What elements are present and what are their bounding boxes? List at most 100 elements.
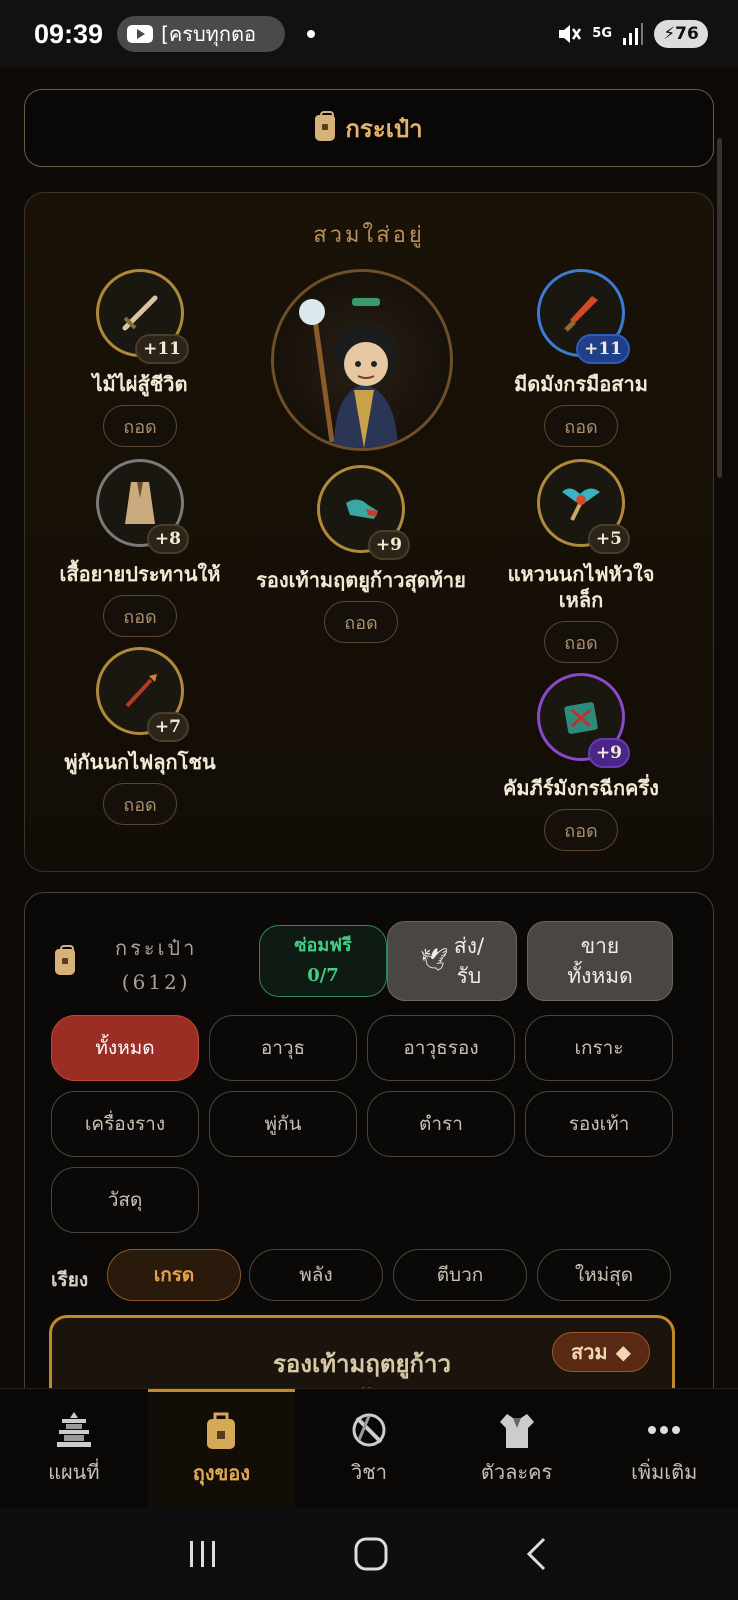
nav-character[interactable]: ตัวละคร: [443, 1389, 591, 1508]
notification-text: [ครบทุกตอ: [161, 22, 256, 46]
bag-icon: [207, 1412, 236, 1449]
brush-icon: [125, 674, 157, 708]
bag-count: (612): [121, 970, 191, 994]
repair-count: 0/7: [307, 965, 339, 986]
filter-weapon[interactable]: อาวุธ: [209, 1015, 357, 1081]
filter-armor[interactable]: เกราะ: [525, 1015, 673, 1081]
free-repair-button[interactable]: ซ่อมฟรี 0/7: [259, 925, 387, 997]
item-name: รองเท้ามฤตยูก้าวสุดท้าย: [256, 568, 466, 592]
notification-dot: [307, 30, 316, 38]
main-content[interactable]: กระเป๋า สวมใส่อยู่ +11 ไม้ไผ่สู้ชีวิต ถอ…: [0, 68, 738, 1388]
filter-brush[interactable]: พู่กัน: [209, 1091, 357, 1157]
more-icon: [648, 1425, 681, 1434]
mute-icon: [559, 25, 582, 43]
nav-skills[interactable]: วิชา: [295, 1389, 443, 1508]
equip-slot-ring[interactable]: +5 แหวนนกไฟหัวใจเหล็ก ถอด: [461, 459, 701, 663]
wear-button[interactable]: สวม ◆: [551, 1332, 650, 1372]
remove-button[interactable]: ถอด: [103, 783, 177, 825]
sort-power[interactable]: พลัง: [249, 1249, 383, 1301]
remove-button[interactable]: ถอด: [103, 405, 177, 447]
page-title: กระเป๋า: [345, 113, 423, 143]
filter-secondary-weapon[interactable]: อาวุธรอง: [367, 1015, 515, 1081]
equip-slot-dagger[interactable]: +11 มีดมังกรมือสาม ถอด: [461, 269, 701, 447]
slot-icon-ring[interactable]: +5: [537, 459, 630, 554]
recent-apps-icon[interactable]: [186, 1537, 220, 1571]
slot-icon-ring[interactable]: +8: [96, 459, 189, 554]
filter-manual[interactable]: ตำรา: [367, 1091, 515, 1157]
remove-button[interactable]: ถอด: [544, 621, 618, 663]
sort-grade[interactable]: เกรด: [107, 1249, 241, 1301]
item-name: คัมภีร์มังกรฉีกครึ่ง: [503, 776, 659, 800]
equip-slot-armor[interactable]: +8 เสื้อยายประทานให้ ถอด: [20, 459, 260, 637]
slot-icon-ring[interactable]: +11: [96, 269, 189, 364]
nav-more[interactable]: เพิ่มเติม: [590, 1389, 738, 1508]
network-label: 5G: [592, 26, 612, 41]
filter-material[interactable]: วัสดุ: [51, 1167, 199, 1233]
equip-slot-weapon[interactable]: +11 ไม้ไผ่สู้ชีวิต ถอด: [20, 269, 260, 447]
status-bar: 09:39 [ครบทุกตอ 5G ⚡ 76: [0, 0, 738, 68]
send-receive-button[interactable]: 🕊 ส่ง/ รับ: [387, 921, 517, 1001]
slot-icon-ring[interactable]: +11: [537, 269, 630, 364]
character-portrait: [299, 298, 398, 448]
sell-all-button[interactable]: ขาย ทั้งหมด: [527, 921, 673, 1001]
bottom-nav: แผนที่ ถุงของ วิชา ตัวละคร เพิ่มเติม: [0, 1388, 738, 1508]
crossed-sword-icon: [352, 1413, 386, 1446]
bag-item-card[interactable]: รองเท้ามฤตยูก้าว สุดท้าย สวม ◆: [49, 1315, 675, 1388]
page-header: กระเป๋า: [24, 89, 714, 167]
equip-slot-brush[interactable]: +7 พู่กันนกไฟลุกโชน ถอด: [20, 647, 260, 825]
level-badge: +8: [146, 524, 189, 554]
slot-icon-ring[interactable]: +9: [317, 465, 410, 560]
equip-slot-book[interactable]: +9 คัมภีร์มังกรฉีกครึ่ง ถอด: [461, 673, 701, 851]
boots-icon: [346, 499, 378, 519]
status-icons: 5G ⚡ 76: [556, 20, 708, 48]
remove-button[interactable]: ถอด: [103, 595, 177, 637]
android-nav-bar: [0, 1508, 738, 1600]
equip-slot-boots[interactable]: +9 รองเท้ามฤตยูก้าวสุดท้าย ถอด: [241, 465, 481, 643]
slot-icon-ring[interactable]: +9: [537, 673, 630, 768]
item-name: แหวนนกไฟหัวใจเหล็ก: [507, 562, 655, 612]
scroll-book-icon: [564, 702, 598, 734]
level-badge: +9: [587, 738, 630, 768]
level-badge: +7: [146, 712, 189, 742]
sort-enhance[interactable]: ตีบวก: [393, 1249, 527, 1301]
sword-icon: [122, 295, 158, 331]
bag-icon: [55, 945, 75, 975]
equipped-heading: สวมใส่อยู่: [313, 223, 425, 248]
bag-label: กระเป๋า: [115, 936, 198, 960]
remove-button[interactable]: ถอด: [544, 809, 618, 851]
level-badge: +5: [587, 524, 630, 554]
nav-label: ตัวละคร: [480, 1459, 553, 1484]
notification-chip[interactable]: [ครบทุกตอ: [117, 16, 286, 52]
sort-label: เรียง: [51, 1269, 89, 1291]
robe-icon: [125, 482, 155, 524]
bag-label-block: กระเป๋า (612): [115, 931, 197, 999]
repair-label: ซ่อมฟรี: [294, 935, 352, 956]
dove-icon: 🕊: [419, 948, 448, 973]
pagoda-icon: [56, 1411, 91, 1447]
armor-icon: [499, 1413, 534, 1448]
item-name: เสื้อยายประทานให้: [59, 562, 221, 586]
filter-boots[interactable]: รองเท้า: [525, 1091, 673, 1157]
back-icon[interactable]: [522, 1536, 552, 1572]
battery-indicator: ⚡ 76: [654, 20, 708, 48]
slot-icon-ring[interactable]: +7: [96, 647, 189, 742]
remove-button[interactable]: ถอด: [544, 405, 618, 447]
nav-bag[interactable]: ถุงของ: [147, 1389, 296, 1508]
dagger-icon: [564, 296, 598, 332]
home-icon[interactable]: [353, 1536, 389, 1572]
scrollbar-thumb[interactable]: [717, 138, 722, 478]
battery-level: 76: [675, 24, 699, 44]
filter-talisman[interactable]: เครื่องราง: [51, 1091, 199, 1157]
item-name: มีดมังกรมือสาม: [514, 372, 648, 396]
nav-map[interactable]: แผนที่: [0, 1389, 148, 1508]
level-badge: +11: [576, 334, 630, 364]
ring-icon: [562, 488, 600, 521]
diamond-icon: ◆: [615, 1340, 631, 1364]
wear-label: สวม: [570, 1340, 608, 1364]
character-avatar[interactable]: [271, 269, 453, 451]
filter-all[interactable]: ทั้งหมด: [51, 1015, 199, 1081]
nav-label: แผนที่: [48, 1459, 100, 1484]
remove-button[interactable]: ถอด: [324, 601, 398, 643]
level-badge: +11: [135, 334, 189, 364]
sort-newest[interactable]: ใหม่สุด: [537, 1249, 671, 1301]
